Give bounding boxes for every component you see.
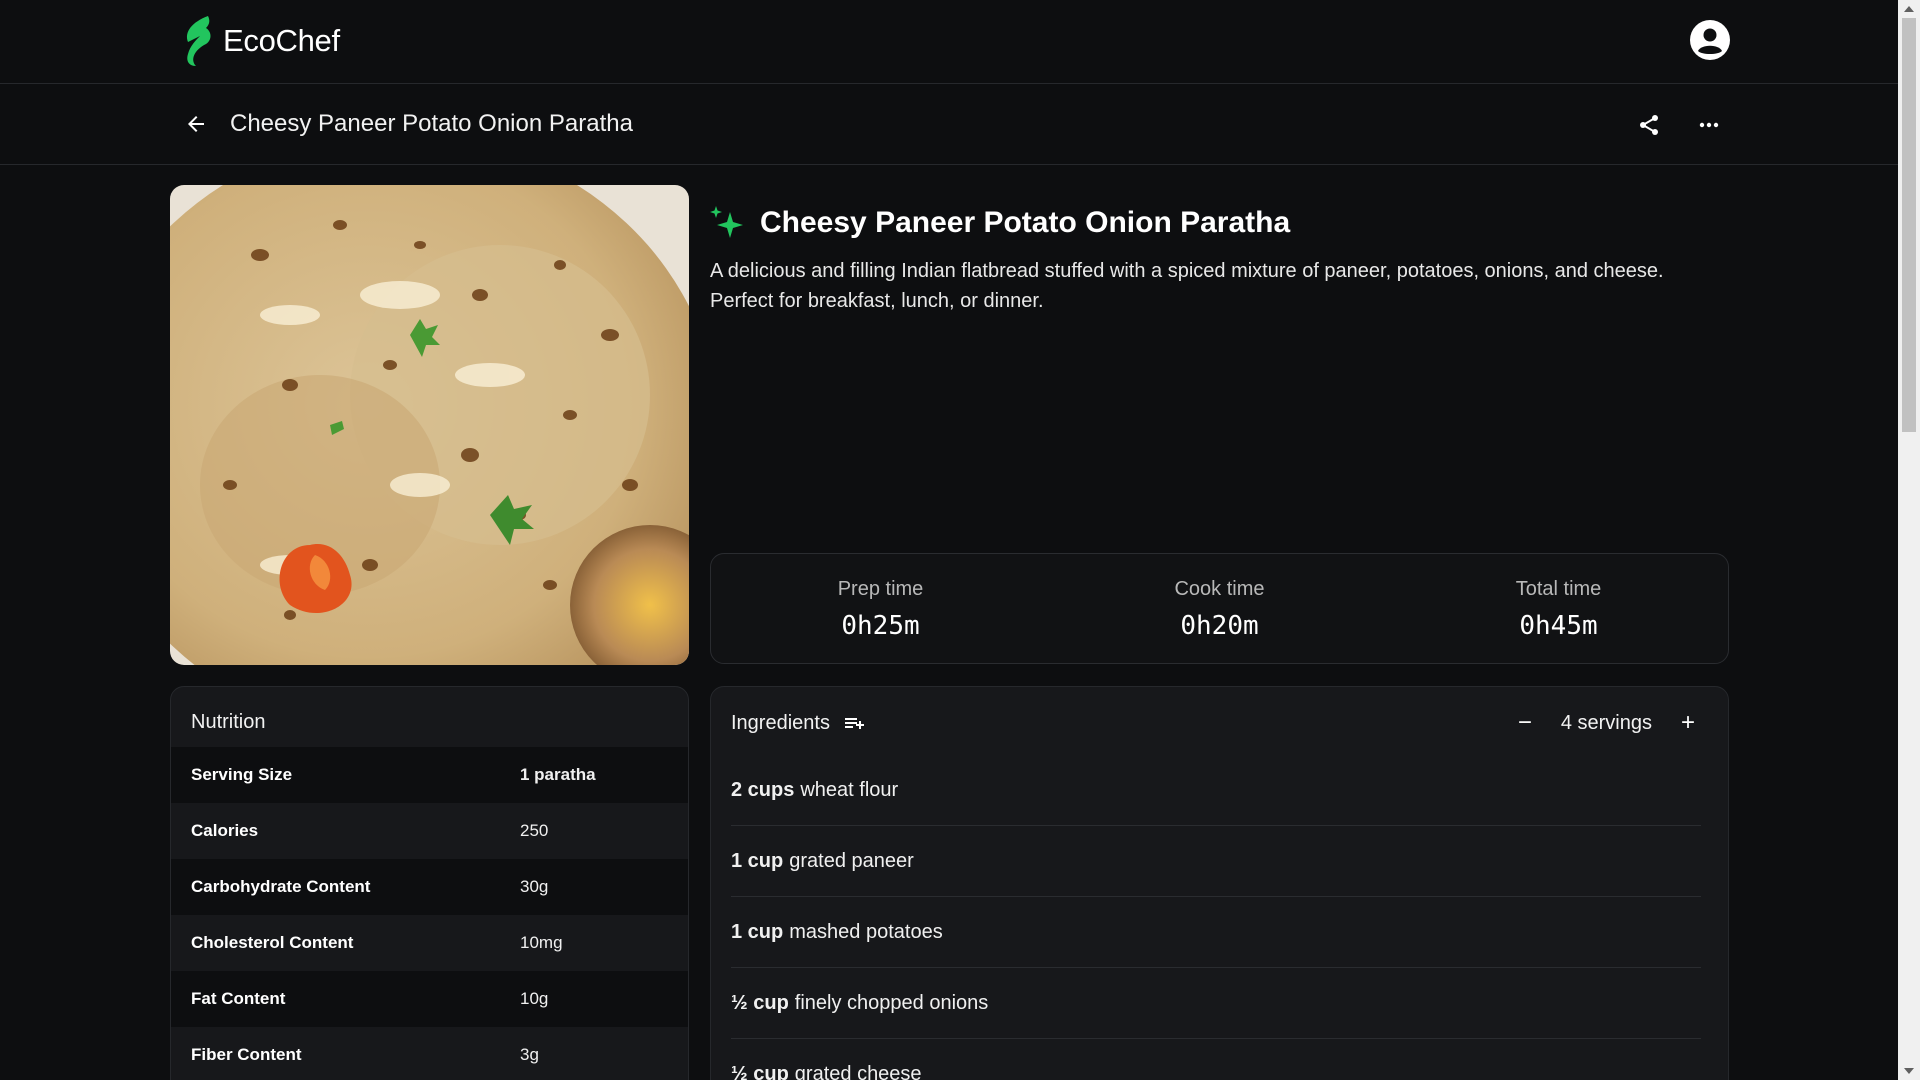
list-item: ½ cup grated cheese bbox=[731, 1039, 1701, 1080]
top-navbar: EcoChef bbox=[0, 0, 1898, 84]
time-value: 0h45m bbox=[1519, 611, 1598, 641]
nutrient-name: Serving Size bbox=[191, 765, 293, 784]
decrease-servings-button[interactable]: − bbox=[1509, 707, 1541, 739]
ingredient-quantity: 2 cups bbox=[731, 778, 795, 801]
table-row: Fiber Content 3g bbox=[171, 1027, 688, 1080]
table-row: Cholesterol Content 10mg bbox=[171, 915, 688, 971]
recipe-photo bbox=[170, 185, 689, 665]
servings-stepper: − 4 servings + bbox=[1509, 705, 1704, 741]
recipe-description: A delicious and filling Indian flatbread… bbox=[710, 260, 1664, 312]
brand-logo[interactable]: EcoChef bbox=[178, 14, 340, 68]
list-item: 1 cup mashed potatoes bbox=[731, 897, 1701, 968]
recipe-subheader: Cheesy Paneer Potato Onion Paratha bbox=[0, 84, 1898, 165]
share-icon[interactable] bbox=[1630, 106, 1668, 144]
ingredient-name: wheat flour bbox=[800, 778, 899, 801]
list-item: ½ cup finely chopped onions bbox=[731, 968, 1701, 1039]
nutrition-title: Nutrition bbox=[191, 711, 266, 733]
nutrient-value: 10mg bbox=[520, 933, 563, 952]
nutrient-name: Carbohydrate Content bbox=[191, 877, 371, 896]
ingredient-quantity: 1 cup bbox=[731, 920, 784, 943]
recipe-title: Cheesy Paneer Potato Onion Paratha bbox=[760, 206, 1291, 239]
list-item: 1 cup grated paneer bbox=[731, 826, 1701, 897]
table-row: Fat Content 10g bbox=[171, 971, 688, 1027]
ingredient-name: mashed potatoes bbox=[789, 920, 943, 943]
cook-time: Cook time 0h20m bbox=[1050, 554, 1389, 663]
vertical-scrollbar[interactable] bbox=[1898, 0, 1920, 1080]
nutrient-name: Fiber Content bbox=[191, 1045, 302, 1064]
arrow-left-icon[interactable] bbox=[176, 104, 216, 144]
nutrient-value: 30g bbox=[520, 877, 549, 896]
page: EcoChef Cheesy Paneer Potato Onion Parat… bbox=[0, 0, 1898, 1080]
ingredient-name: grated cheese bbox=[794, 1062, 922, 1080]
nutrient-value: 3g bbox=[520, 1045, 539, 1064]
account-circle-icon[interactable] bbox=[1690, 20, 1730, 60]
nutrient-value: 10g bbox=[520, 989, 549, 1008]
nutrient-value: 1 paratha bbox=[520, 765, 596, 784]
scrollbar-thumb[interactable] bbox=[1902, 18, 1916, 432]
ingredient-list: 2 cups wheat flour 1 cup grated paneer 1… bbox=[731, 755, 1701, 1080]
total-time: Total time 0h45m bbox=[1389, 554, 1728, 663]
ingredient-quantity: ½ cup bbox=[731, 1062, 789, 1080]
nutrient-name: Calories bbox=[191, 821, 259, 840]
servings-count: 4 servings bbox=[1560, 711, 1652, 734]
brand-name: EcoChef bbox=[223, 23, 340, 58]
time-label: Prep time bbox=[837, 578, 924, 600]
prep-time: Prep time 0h25m bbox=[711, 554, 1050, 663]
time-label: Cook time bbox=[1174, 578, 1265, 600]
nutrient-value: 250 bbox=[520, 821, 549, 840]
ingredient-name: grated paneer bbox=[789, 849, 914, 872]
sparkle-icon bbox=[710, 206, 743, 238]
scroll-down-arrow-icon[interactable] bbox=[1898, 1062, 1920, 1080]
scroll-up-arrow-icon[interactable] bbox=[1898, 0, 1920, 18]
leaf-logo-icon bbox=[186, 16, 211, 66]
ingredient-quantity: 1 cup bbox=[731, 849, 784, 872]
more-horizontal-icon[interactable] bbox=[1690, 106, 1728, 144]
ingredients-header: Ingredients bbox=[731, 711, 866, 735]
nutrient-name: Fat Content bbox=[191, 989, 286, 1008]
table-row: Serving Size 1 paratha bbox=[171, 747, 688, 803]
ingredient-name: finely chopped onions bbox=[794, 991, 989, 1014]
table-row: Carbohydrate Content 30g bbox=[171, 859, 688, 915]
nutrition-card: Nutrition Serving Size 1 paratha Calorie… bbox=[170, 686, 689, 1080]
ingredients-title: Ingredients bbox=[731, 711, 830, 734]
increase-servings-button[interactable]: + bbox=[1672, 707, 1704, 739]
time-value: 0h20m bbox=[1180, 611, 1259, 641]
time-value: 0h25m bbox=[841, 611, 920, 641]
ingredient-quantity: ½ cup bbox=[731, 991, 789, 1014]
time-summary-card: Prep time 0h25m Cook time 0h20m Total ti… bbox=[710, 553, 1729, 664]
ingredients-card: Ingredients − 4 servings + 2 cups wheat … bbox=[710, 686, 1729, 1080]
nutrient-name: Cholesterol Content bbox=[191, 933, 354, 952]
playlist-add-icon[interactable] bbox=[842, 711, 866, 735]
subheader-title: Cheesy Paneer Potato Onion Paratha bbox=[230, 110, 633, 137]
nutrition-table: Serving Size 1 paratha Calories 250 Carb… bbox=[171, 747, 688, 1080]
list-item: 2 cups wheat flour bbox=[731, 755, 1701, 826]
table-row: Calories 250 bbox=[171, 803, 688, 859]
time-label: Total time bbox=[1515, 578, 1602, 600]
